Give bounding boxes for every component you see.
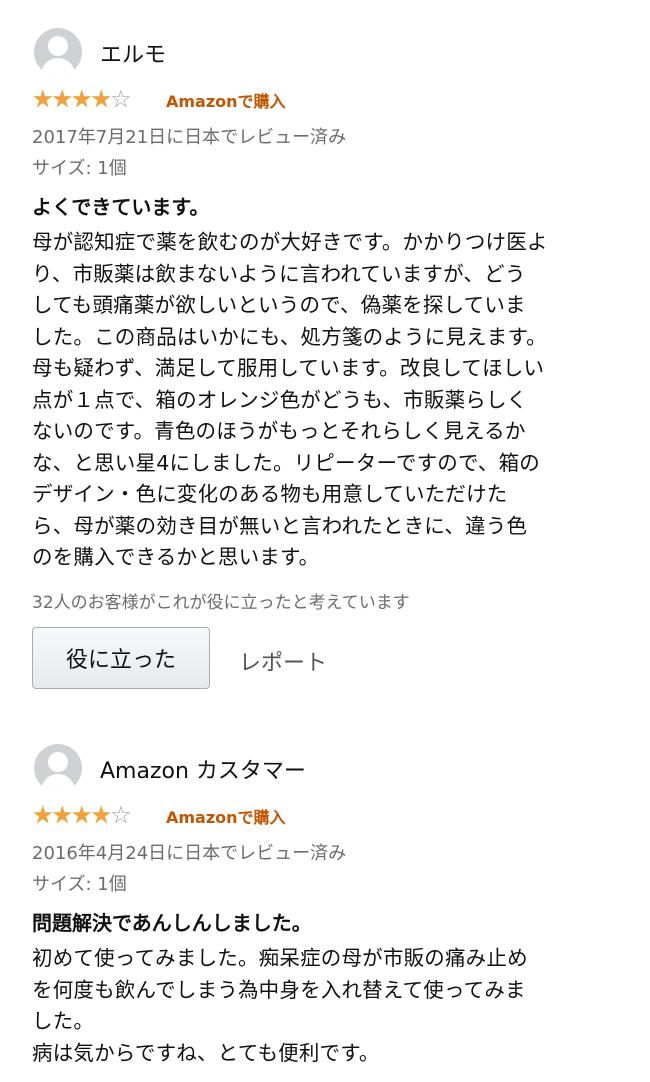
review-body-line: ら、母が薬の効き目が無いと言われたときに、違う色 xyxy=(32,513,528,538)
review-body-line: 点が１点で、箱のオレンジ色がどうも、市販薬らしく xyxy=(32,387,528,412)
verified-purchase-badge: Amazonで購入 xyxy=(166,808,286,827)
review-body-line: ないのです。青色のほうがもっとそれらしく見えるか xyxy=(32,419,526,443)
review-body-line: 初めて使ってみました。痴呆症の母が市販の痛み止め xyxy=(32,946,528,970)
star-filled-icon: ★ xyxy=(51,85,74,113)
reviewer-name[interactable]: Amazon カスタマー xyxy=(100,753,306,785)
review-body: 初めて使ってみました。痴呆症の母が市販の痛み止め を何度も飲んでしまう為中身を入… xyxy=(32,943,622,1069)
product-variant: サイズ: 1個 xyxy=(32,158,127,179)
reviewer-profile[interactable]: Amazon カスタマー xyxy=(34,744,634,792)
star-outline-icon: ☆ xyxy=(110,801,132,829)
review-date: 2017年7月21日に日本でレビュー済み xyxy=(32,127,347,148)
star-rating[interactable]: ★★★★☆ xyxy=(32,85,132,113)
review-body-line: 病は気からですね、とても便利です。 xyxy=(32,1040,380,1065)
review-date: 2016年4月24日に日本でレビュー済み xyxy=(32,843,347,864)
review-body-line: 母も疑わず、満足して服用しています。改良してほしい xyxy=(32,356,545,380)
review-body-line: のを購入できるかと思います。 xyxy=(32,545,320,569)
review-body: 母が認知症で薬を飲むのが大好きです。かかりつけ医よ り、市販薬は飲まないように言… xyxy=(32,227,622,574)
star-filled-icon: ★ xyxy=(90,85,113,113)
review-body-line: した。 xyxy=(32,1009,95,1033)
review-body-line: した。この商品はいかにも、処方箋のように見えます。 xyxy=(32,324,547,349)
helpful-button[interactable]: 役に立った xyxy=(32,627,210,689)
review-body-line: を何度も飲んでしまう為中身を入れ替えて使ってみま xyxy=(32,977,526,1002)
rating-row: ★★★★☆ Amazonで購入 xyxy=(32,802,632,828)
reviewer-name[interactable]: エルモ xyxy=(100,37,166,69)
review-body-line: しても頭痛薬が欲しいというので、偽薬を探していま xyxy=(32,293,526,317)
star-filled-icon: ★ xyxy=(32,801,54,829)
review-body-line: デザイン・色に変化のある物も用意していただけた xyxy=(32,482,508,506)
star-outline-icon: ☆ xyxy=(110,85,132,113)
product-variant: サイズ: 1個 xyxy=(32,874,127,895)
reviewer-profile[interactable]: エルモ xyxy=(34,28,634,76)
report-link[interactable]: レポート xyxy=(239,645,327,677)
review-body-line: 母が認知症で薬を飲むのが大好きです。かかりつけ医よ xyxy=(32,230,548,254)
star-filled-icon: ★ xyxy=(32,85,54,113)
user-avatar-icon xyxy=(34,744,82,792)
review-title: よくできています。 xyxy=(32,195,210,219)
rating-row: ★★★★☆ Amazonで購入 xyxy=(32,86,632,112)
helpful-count: 32人のお客様がこれが役に立ったと考えています xyxy=(32,593,410,613)
star-filled-icon: ★ xyxy=(71,85,93,113)
star-filled-icon: ★ xyxy=(51,801,74,829)
user-avatar-icon xyxy=(34,28,82,76)
review-title: 問題解決であんしんしました。 xyxy=(32,911,312,935)
star-rating[interactable]: ★★★★☆ xyxy=(32,801,132,829)
review-body-line: な、と思い星4にしました。リピーターですので、箱の xyxy=(32,450,540,475)
star-filled-icon: ★ xyxy=(71,801,93,829)
review-body-line: り、市販薬は飲まないように言われていますが、どう xyxy=(32,261,526,286)
verified-purchase-badge: Amazonで購入 xyxy=(166,92,286,111)
star-filled-icon: ★ xyxy=(90,801,113,829)
